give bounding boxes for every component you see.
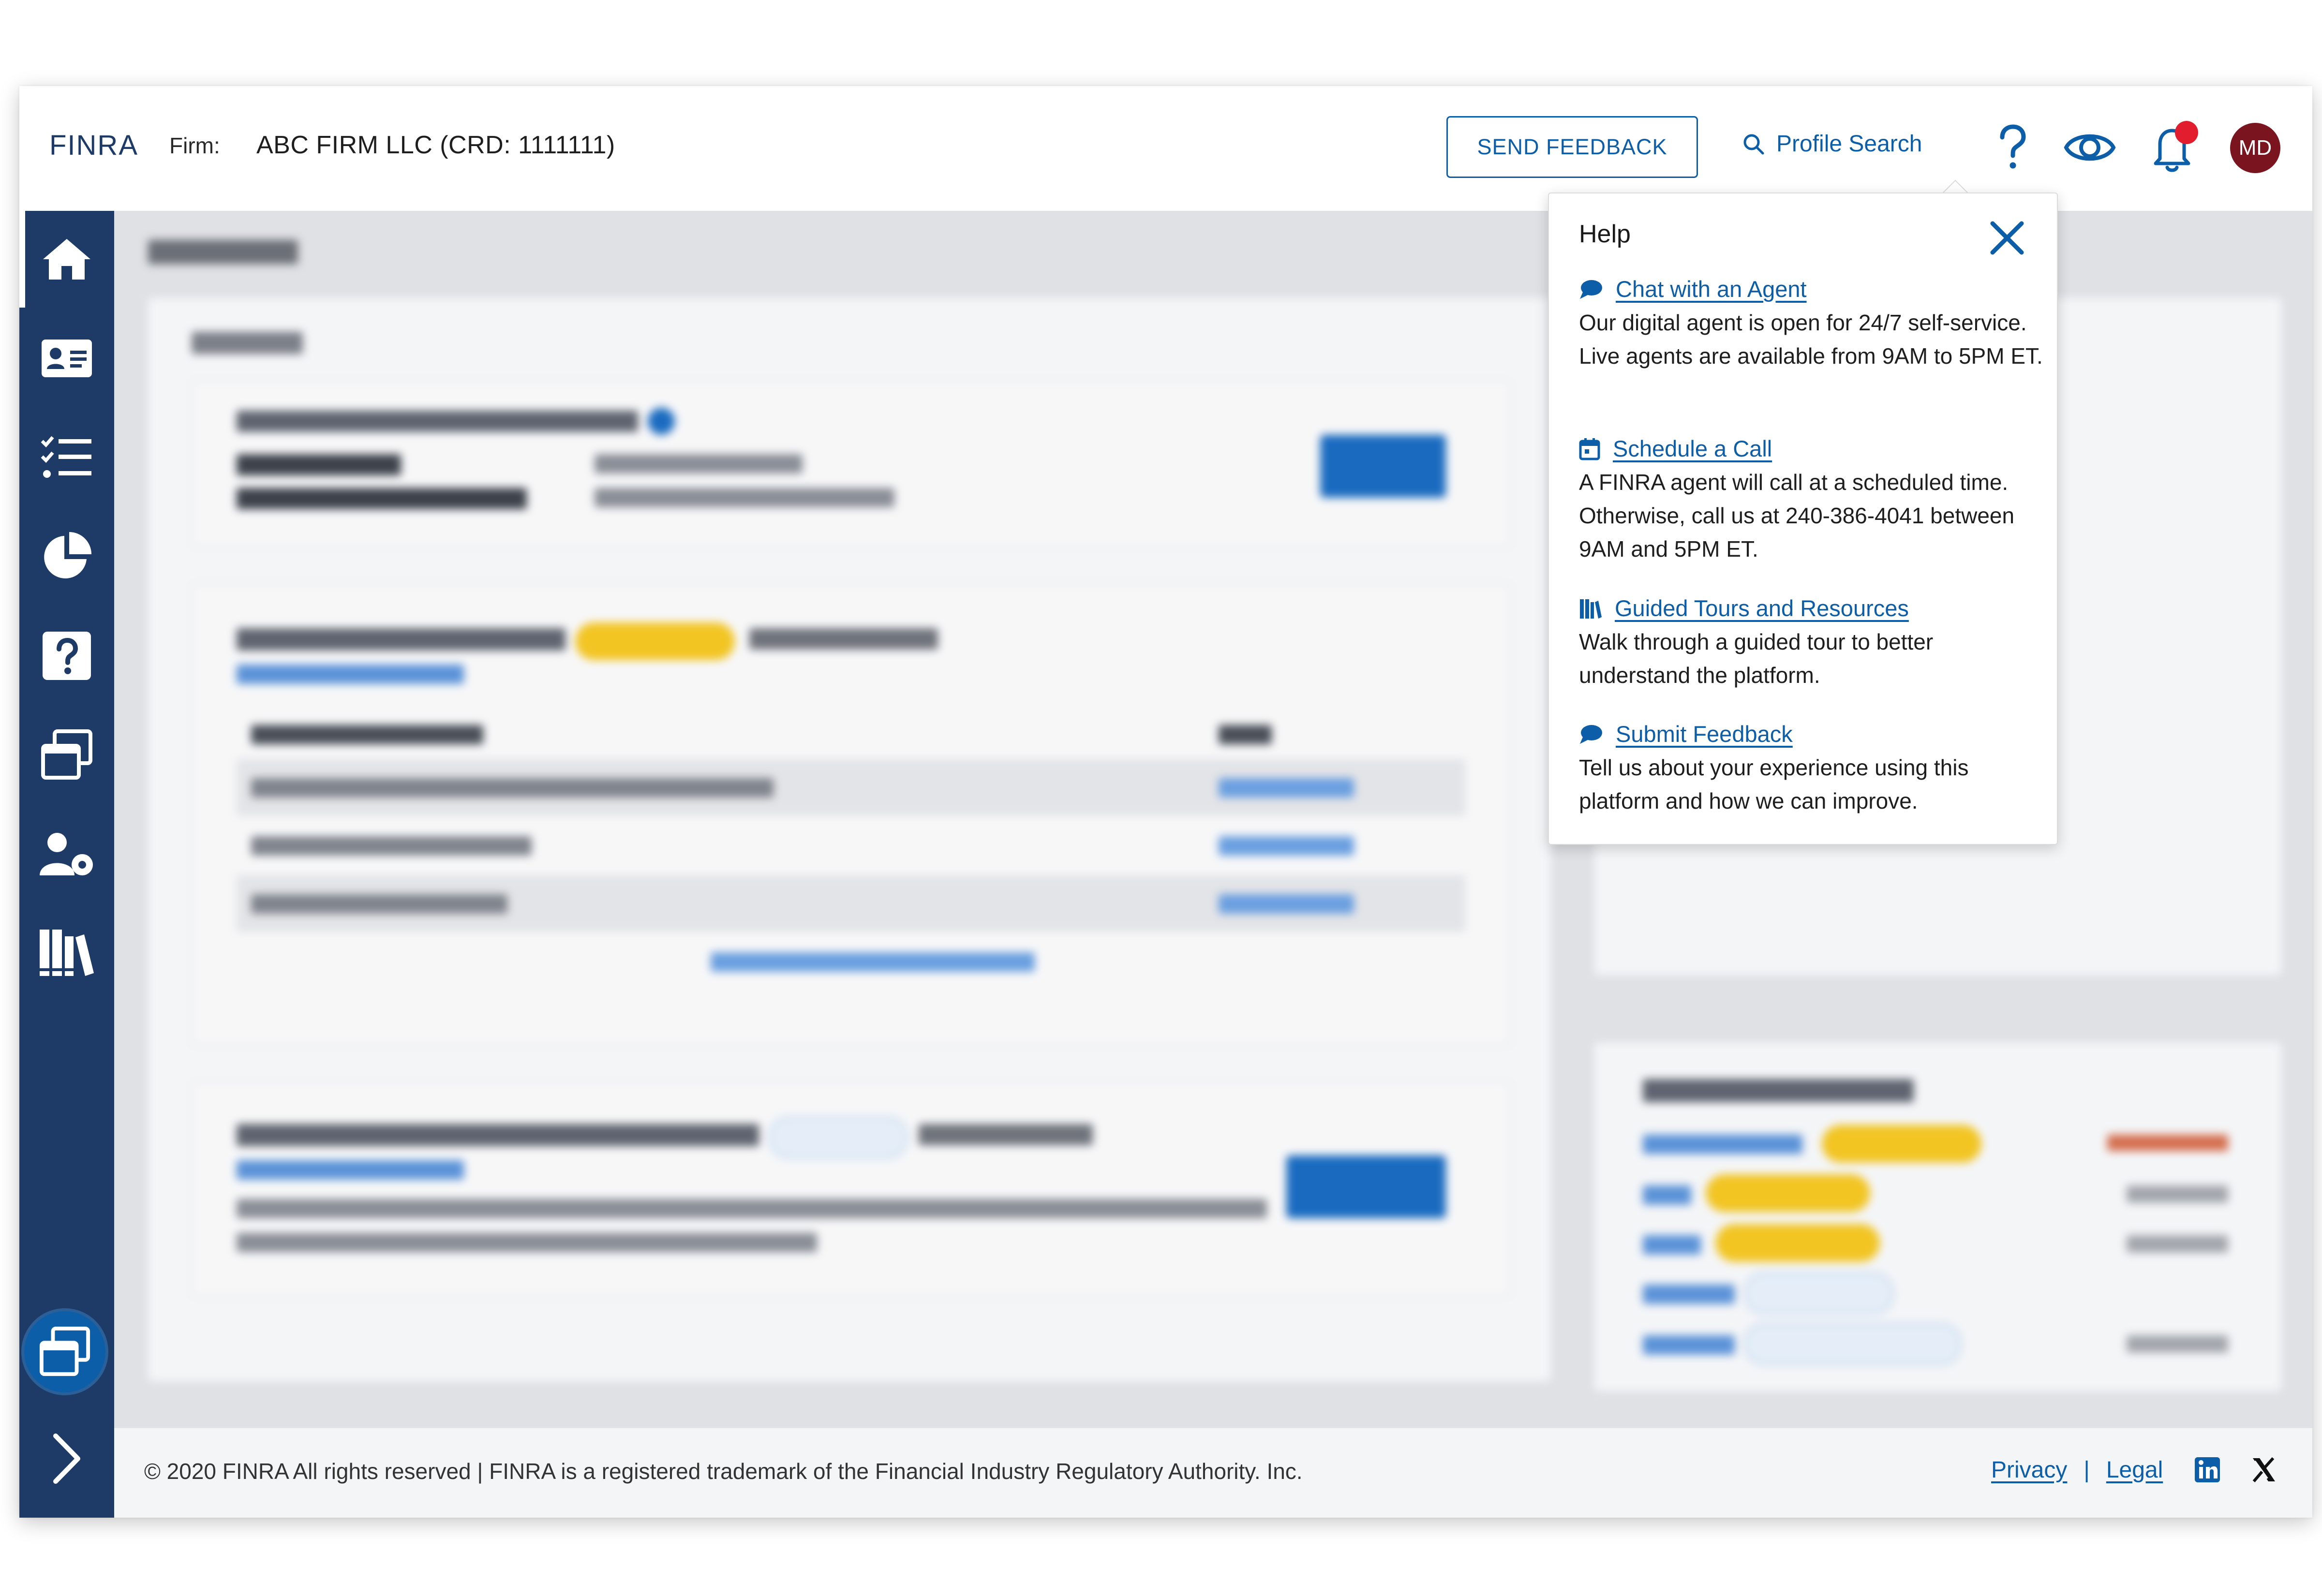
sidebar-item-tasks[interactable]: [19, 409, 114, 506]
submit-feedback-link[interactable]: Submit Feedback: [1579, 721, 2043, 747]
library-icon: [40, 930, 94, 976]
x-icon[interactable]: [2250, 1456, 2277, 1483]
sidebar-item-help[interactable]: [19, 607, 114, 704]
footer-links: Privacy | Legal: [1991, 1456, 2277, 1483]
question-box-icon: [43, 632, 91, 680]
help-item-schedule: Schedule a Call A FINRA agent will call …: [1579, 435, 2043, 566]
help-item-description: Our digital agent is open for 24/7 self-…: [1579, 310, 2043, 369]
sidebar: [19, 211, 114, 1518]
svg-text:FINRA: FINRA: [49, 131, 138, 161]
footer: © 2020 FINRA All rights reserved | FINRA…: [114, 1427, 2312, 1518]
sidebar-item-profile[interactable]: [19, 310, 114, 407]
close-icon[interactable]: [1987, 218, 2027, 258]
checklist-icon: [41, 436, 91, 478]
sidebar-item-user-settings[interactable]: [19, 806, 114, 902]
question-mark-icon[interactable]: [1995, 124, 2029, 172]
linkedin-icon[interactable]: [2194, 1456, 2221, 1483]
schedule-call-link[interactable]: Schedule a Call: [1579, 435, 2043, 462]
eye-icon[interactable]: [2063, 126, 2116, 169]
annual-reg-card: [192, 583, 1510, 1046]
calendar-icon: [1579, 438, 1600, 460]
help-item-tours: Guided Tours and Resources Walk through …: [1579, 595, 2043, 692]
id-card-icon: [42, 340, 92, 377]
user-gear-icon: [40, 833, 93, 875]
pie-chart-icon: [44, 532, 91, 578]
sidebar-expand-button[interactable]: [19, 1410, 114, 1507]
search-icon: [1743, 134, 1764, 154]
home-icon: [43, 239, 90, 280]
sidebar-item-reports[interactable]: [19, 508, 114, 605]
app-window: FINRA Firm: ABC FIRM LLC (CRD: 1111111) …: [19, 86, 2312, 1518]
send-feedback-button[interactable]: SEND FEEDBACK: [1446, 116, 1698, 178]
library-icon: [1580, 599, 1602, 619]
chat-bubble-icon: [1580, 724, 1602, 744]
page-title-placeholder: [148, 240, 298, 264]
email-card: [192, 380, 1510, 547]
help-popover: Help Chat with an Agent Our digital agen…: [1548, 192, 2058, 845]
help-item-description: Tell us about your experience using this…: [1579, 755, 1969, 813]
chat-bubble-icon: [1580, 280, 1602, 299]
help-item-description: A FINRA agent will call at a scheduled t…: [1579, 470, 2015, 562]
finra-logo[interactable]: FINRA: [49, 131, 141, 161]
notifications-button[interactable]: [2148, 121, 2201, 174]
legal-link[interactable]: Legal: [2106, 1457, 2163, 1483]
stacked-windows-icon: [39, 1326, 90, 1376]
sidebar-item-windows[interactable]: [19, 707, 114, 803]
sidebar-bubble-button[interactable]: [24, 1311, 105, 1392]
guided-tours-link[interactable]: Guided Tours and Resources: [1579, 595, 2043, 621]
stacked-windows-icon: [41, 729, 92, 780]
help-item-chat: Chat with an Agent Our digital agent is …: [1579, 276, 2043, 373]
help-item-description: Walk through a guided tour to better und…: [1579, 629, 1934, 688]
firm-name: ABC FIRM LLC (CRD: 1111111): [256, 131, 615, 159]
footer-separator: |: [2084, 1457, 2090, 1483]
copyright-text: © 2020 FINRA All rights reserved | FINRA…: [144, 1459, 1303, 1484]
help-item-feedback: Submit Feedback Tell us about your exper…: [1579, 721, 2043, 818]
ae-evep-card: [192, 1081, 1510, 1297]
privacy-link[interactable]: Privacy: [1991, 1457, 2067, 1483]
continuing-education-panel: [1594, 1043, 2281, 1391]
chevron-right-icon: [53, 1433, 80, 1484]
help-title: Help: [1579, 220, 1631, 248]
sidebar-item-library[interactable]: [19, 905, 114, 1002]
avatar[interactable]: MD: [2230, 123, 2280, 173]
notification-badge: [2175, 121, 2198, 144]
chat-with-agent-link[interactable]: Chat with an Agent: [1579, 276, 2043, 302]
profile-search-link[interactable]: Profile Search: [1742, 131, 1922, 157]
my-tasks-panel: [148, 298, 1551, 1381]
profile-search-label: Profile Search: [1776, 131, 1922, 157]
firm-label: Firm:: [169, 133, 220, 158]
sidebar-item-home[interactable]: [19, 211, 114, 308]
